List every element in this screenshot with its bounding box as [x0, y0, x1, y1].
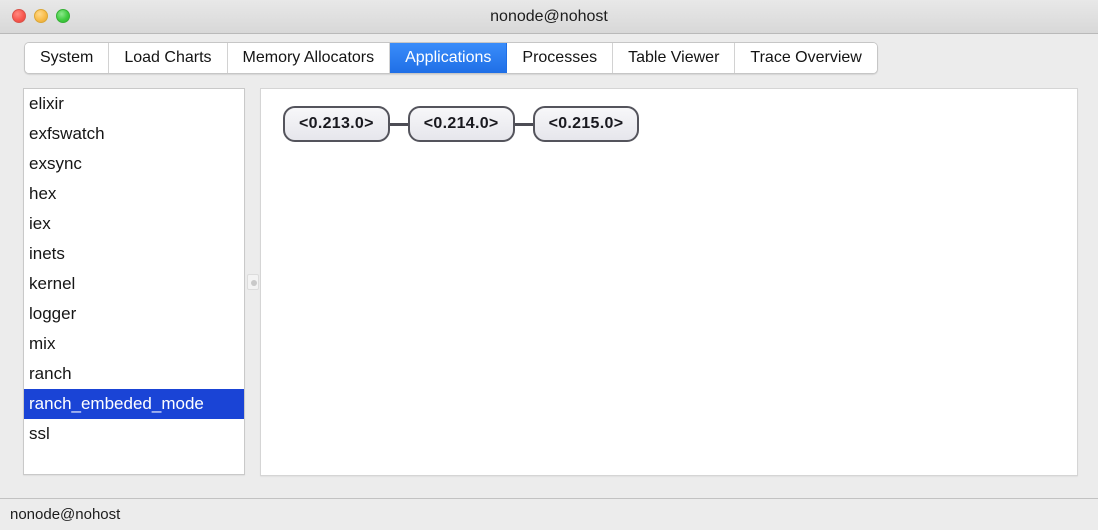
process-node[interactable]: <0.214.0> [407, 106, 515, 142]
process-link [389, 122, 408, 126]
list-item[interactable]: iex [24, 209, 244, 239]
tab-processes[interactable]: Processes [507, 43, 614, 73]
list-item[interactable]: elixir [24, 89, 244, 119]
app-window: nonode@nohost System Load Charts Memory … [0, 0, 1098, 530]
process-graph: <0.213.0> <0.214.0> <0.215.0> [283, 106, 640, 142]
list-item[interactable]: mix [24, 329, 244, 359]
list-item[interactable]: inets [24, 239, 244, 269]
status-bar-text: nonode@nohost [10, 506, 121, 523]
tab-applications[interactable]: Applications [390, 43, 508, 73]
tab-bar: System Load Charts Memory Allocators App… [24, 42, 878, 74]
process-node[interactable]: <0.215.0> [532, 106, 640, 142]
process-graph-panel: <0.213.0> <0.214.0> <0.215.0> [260, 88, 1078, 476]
list-item[interactable]: exsync [24, 149, 244, 179]
tab-table-viewer[interactable]: Table Viewer [613, 43, 736, 73]
status-bar: nonode@nohost [0, 498, 1098, 530]
application-list[interactable]: elixir exfswatch exsync hex iex inets ke… [23, 88, 245, 475]
process-link [514, 122, 533, 126]
list-item-selected[interactable]: ranch_embeded_mode [24, 389, 244, 419]
title-bar: nonode@nohost [0, 0, 1098, 34]
tab-bar-area: System Load Charts Memory Allocators App… [0, 34, 1098, 80]
tab-memory-allocators[interactable]: Memory Allocators [227, 43, 391, 73]
window-title: nonode@nohost [490, 8, 608, 25]
pane-splitter[interactable] [246, 88, 260, 475]
list-item[interactable]: ranch [24, 359, 244, 389]
list-item[interactable]: logger [24, 299, 244, 329]
list-item[interactable]: hex [24, 179, 244, 209]
list-item[interactable]: exfswatch [24, 119, 244, 149]
process-node[interactable]: <0.213.0> [283, 106, 390, 142]
tab-system[interactable]: System [25, 43, 110, 73]
list-item[interactable]: kernel [24, 269, 244, 299]
tab-trace-overview[interactable]: Trace Overview [735, 43, 877, 73]
tab-load-charts[interactable]: Load Charts [109, 43, 228, 73]
splitter-grip-icon[interactable] [247, 274, 259, 290]
list-item[interactable]: ssl [24, 419, 244, 449]
